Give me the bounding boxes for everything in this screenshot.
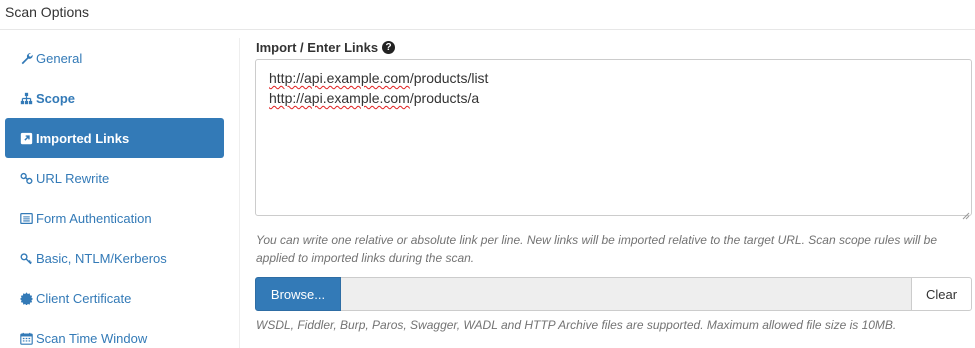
sidebar-item-form-authentication[interactable]: Form Authentication bbox=[5, 198, 224, 238]
clear-button[interactable]: Clear bbox=[911, 277, 972, 311]
sitemap-icon bbox=[19, 91, 33, 105]
external-link-icon bbox=[19, 131, 33, 145]
list-alt-icon bbox=[19, 211, 33, 225]
links-textarea[interactable]: http://api.example.com/products/list htt… bbox=[255, 59, 972, 220]
sidebar-item-scan-time-window[interactable]: Scan Time Window bbox=[5, 318, 224, 348]
link-line: http://api.example.com/products/list bbox=[269, 68, 958, 88]
sidebar-item-general[interactable]: General bbox=[5, 38, 224, 78]
import-links-label: Import / Enter Links ? bbox=[256, 40, 396, 55]
link-path: /products/a bbox=[409, 90, 480, 106]
sidebar-item-label: General bbox=[36, 50, 83, 66]
key-icon bbox=[19, 251, 33, 265]
link-path: /products/list bbox=[409, 70, 489, 86]
panel-heading: Scan Options bbox=[0, 0, 975, 30]
sidebar-item-imported-links[interactable]: Imported Links bbox=[5, 118, 224, 158]
sidebar-item-client-certificate[interactable]: Client Certificate bbox=[5, 278, 224, 318]
question-circle-icon[interactable]: ? bbox=[382, 41, 396, 54]
link-line: http://api.example.com/products/a bbox=[269, 88, 958, 108]
sidebar-item-url-rewrite[interactable]: URL Rewrite bbox=[5, 158, 224, 198]
sidebar-item-label: Client Certificate bbox=[36, 290, 132, 306]
browse-button[interactable]: Browse... bbox=[255, 277, 341, 311]
calendar-icon bbox=[19, 331, 33, 345]
file-name-display[interactable] bbox=[341, 277, 911, 311]
sidebar-item-label: Scope bbox=[36, 90, 76, 106]
file-support-note: WSDL, Fiddler, Burp, Paros, Swagger, WAD… bbox=[256, 318, 897, 332]
resize-grip-icon[interactable] bbox=[961, 205, 970, 220]
file-upload-group: Browse... Clear bbox=[255, 277, 972, 311]
sidebar-item-basic-ntlm-kerberos[interactable]: Basic, NTLM/Kerberos bbox=[5, 238, 224, 278]
sidebar-item-label: Form Authentication bbox=[36, 210, 152, 226]
certificate-icon bbox=[19, 291, 33, 305]
sidebar-item-label: Basic, NTLM/Kerberos bbox=[36, 250, 167, 266]
links-help-text: You can write one relative or absolute l… bbox=[256, 233, 937, 265]
link-host: http://api.example.com bbox=[269, 90, 410, 106]
sidebar-item-label: URL Rewrite bbox=[36, 170, 110, 186]
field-label-text: Import / Enter Links bbox=[256, 40, 379, 55]
sidebar-item-scope[interactable]: Scope bbox=[5, 78, 224, 118]
wrench-icon bbox=[19, 51, 33, 65]
vertical-divider bbox=[239, 38, 240, 348]
sidebar-item-label: Imported Links bbox=[36, 130, 130, 146]
link-icon bbox=[19, 171, 33, 185]
link-host: http://api.example.com bbox=[269, 70, 410, 86]
page-title: Scan Options bbox=[5, 4, 90, 20]
sidebar-item-label: Scan Time Window bbox=[36, 330, 148, 346]
sidebar-nav: General Scope Imported Links URL Rewrite… bbox=[5, 38, 224, 348]
